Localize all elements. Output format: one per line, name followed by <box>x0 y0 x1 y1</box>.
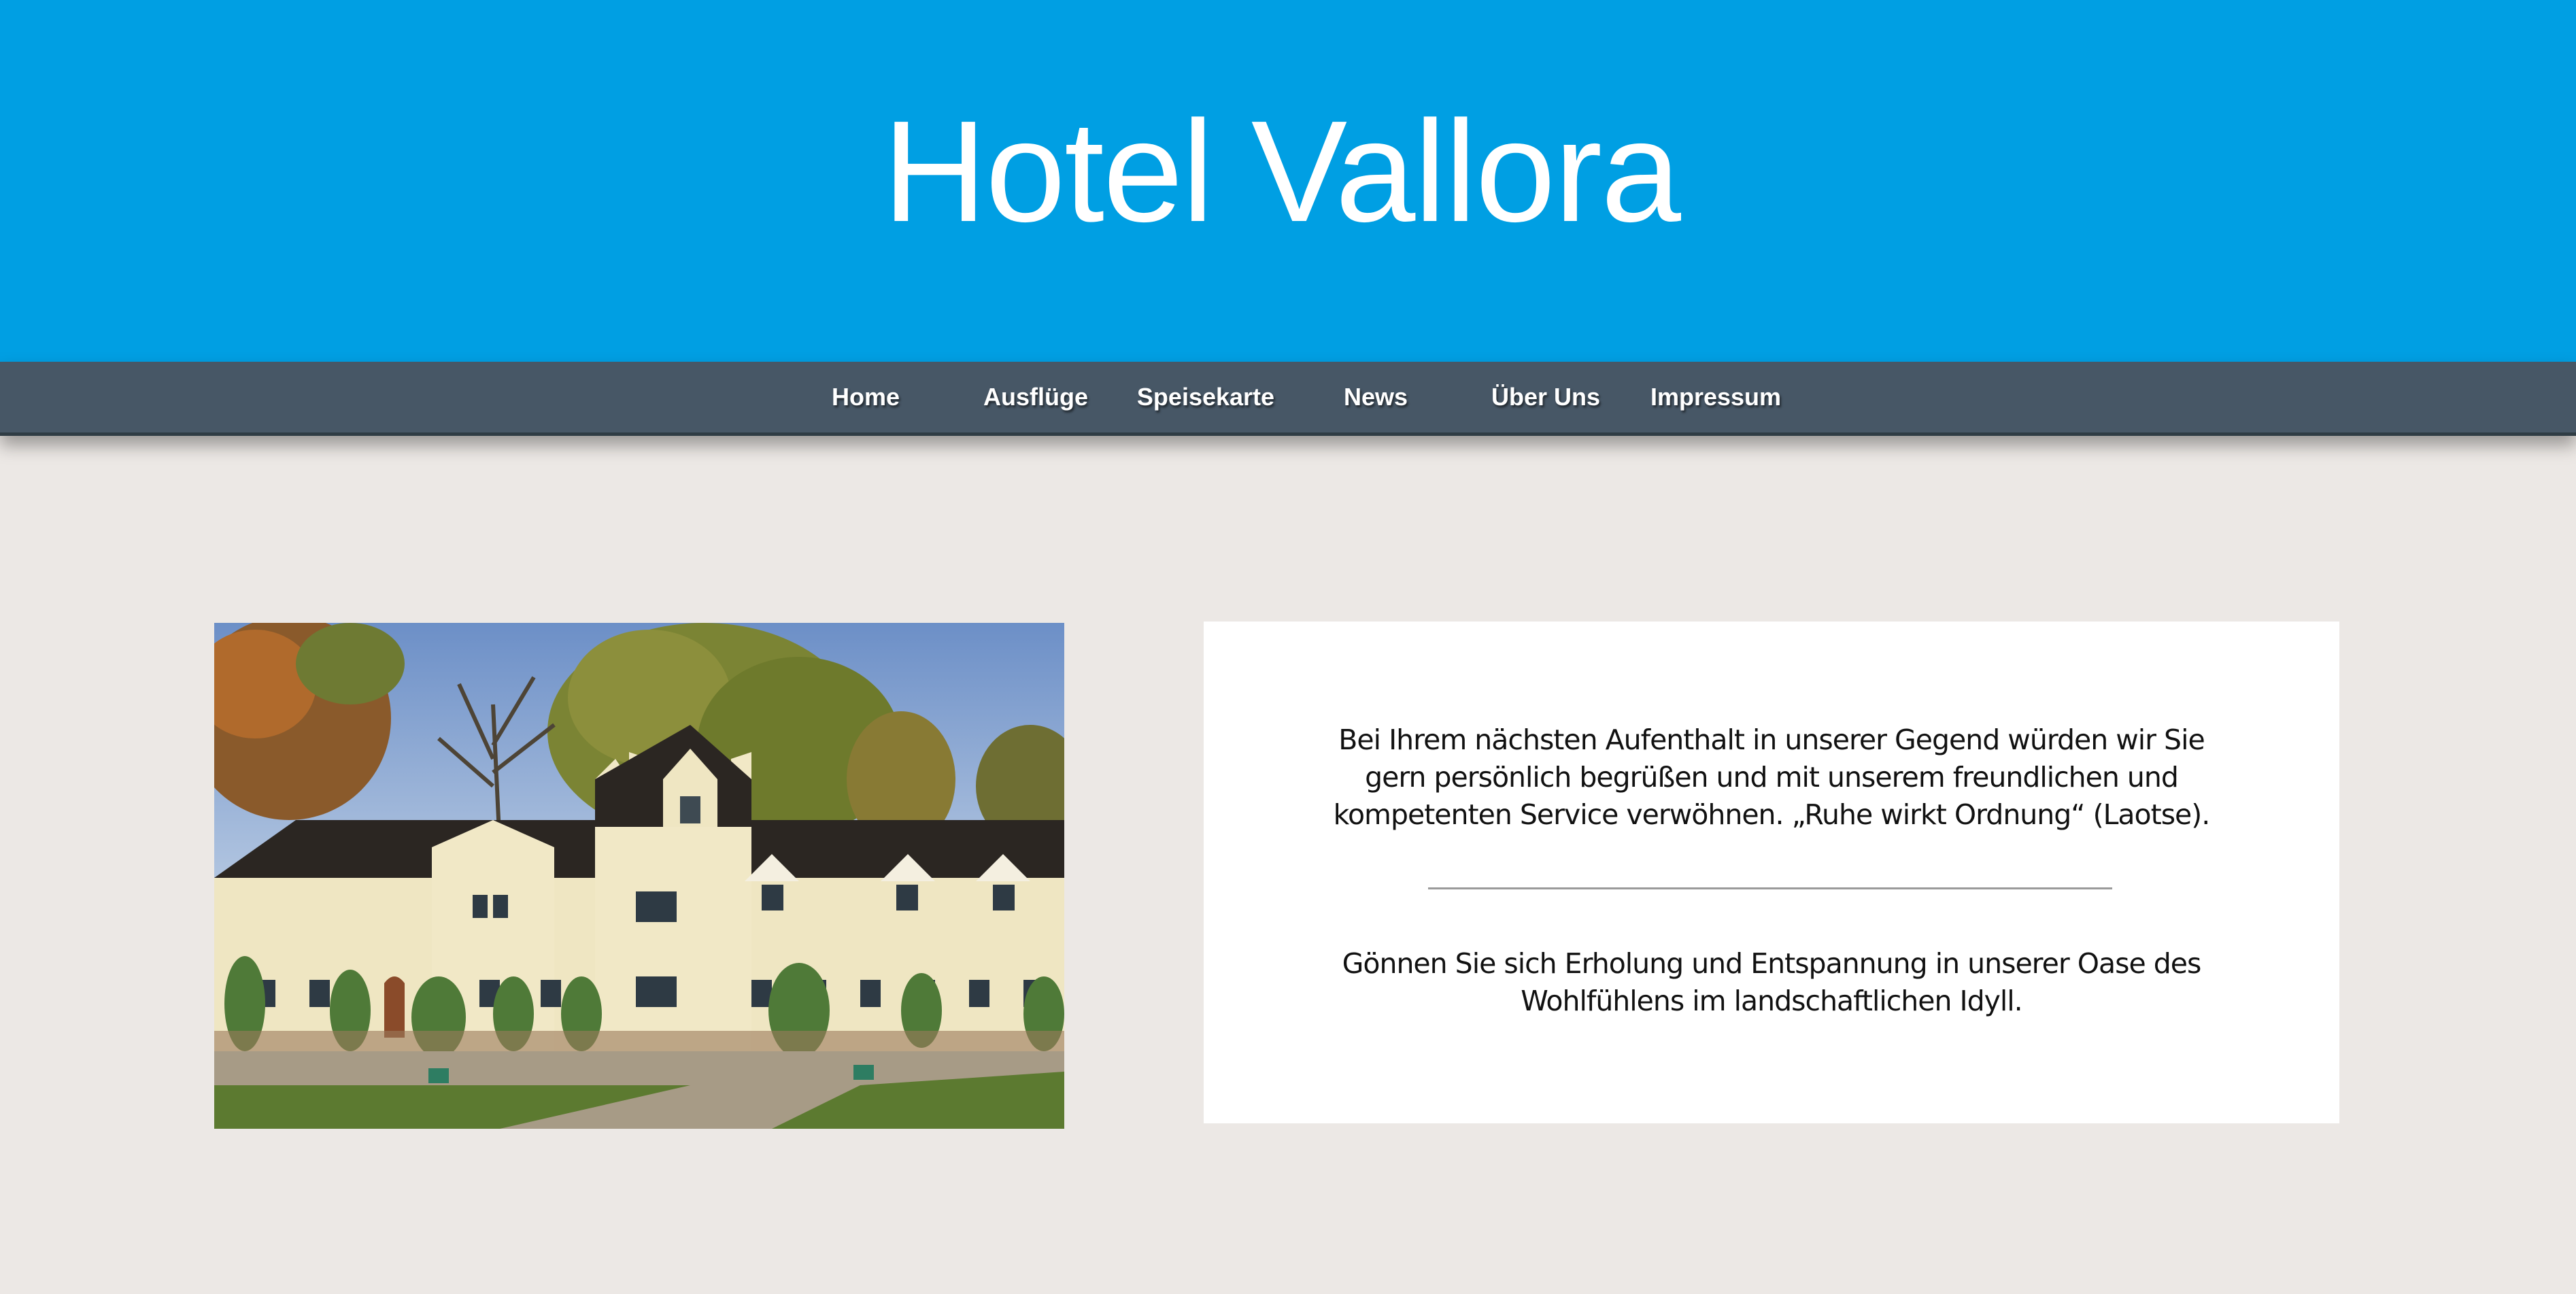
site-title[interactable]: Hotel Vallora <box>883 99 1681 243</box>
nav-item-impressum[interactable]: Impressum <box>1631 362 1801 432</box>
nav-item-speisekarte[interactable]: Speisekarte <box>1121 362 1291 432</box>
intro-line: kompetenten Service verwöhnen. „Ruhe wir… <box>1333 798 2211 831</box>
tagline-line: Gönnen Sie sich Erholung und Entspannung… <box>1342 947 2202 980</box>
intro-line: Bei Ihrem nächsten Aufenthalt in unserer… <box>1338 723 2205 756</box>
intro-card: Bei Ihrem nächsten Aufenthalt in unserer… <box>1204 622 2339 1123</box>
nav-item-home[interactable]: Home <box>781 362 951 432</box>
nav-item-ausfluege[interactable]: Ausflüge <box>951 362 1121 432</box>
divider <box>1428 887 2112 889</box>
intro-line: gern persönlich begrüßen und mit unserem… <box>1365 761 2179 794</box>
nav-item-ueber-uns[interactable]: Über Uns <box>1461 362 1631 432</box>
tagline-line: Wohlfühlens im landschaftlichen Idyll. <box>1521 985 2022 1017</box>
intro-text: Bei Ihrem nächsten Aufenthalt in unserer… <box>1204 721 2339 834</box>
main-nav: Home Ausflüge Speisekarte News Über Uns … <box>0 362 2576 436</box>
tagline-text: Gönnen Sie sich Erholung und Entspannung… <box>1204 945 2339 1020</box>
hotel-photo <box>214 623 1064 1129</box>
nav-item-news[interactable]: News <box>1291 362 1461 432</box>
site-header: Hotel Vallora <box>0 0 2576 362</box>
